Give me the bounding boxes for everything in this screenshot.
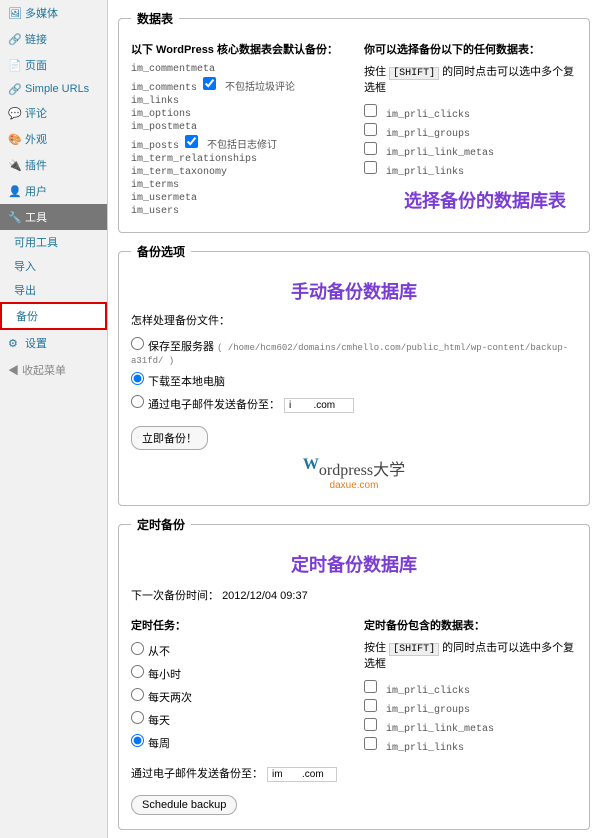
shift-hint: 按住 [SHIFT] 的同时点击可以选中多个复选框 bbox=[364, 63, 577, 95]
task-1[interactable]: 每小时 bbox=[131, 662, 344, 685]
user-icon: 👤 bbox=[8, 185, 20, 197]
sidebar-item-pages[interactable]: 📄页面 bbox=[0, 52, 107, 78]
include-im_prli_groups[interactable]: im_prli_groups bbox=[364, 698, 577, 717]
extra-table-im_prli_links[interactable]: im_prli_links bbox=[364, 160, 577, 179]
extra-table-im_prli_clicks[interactable]: im_prli_clicks bbox=[364, 103, 577, 122]
core-table-im_options: im_options bbox=[131, 108, 344, 121]
include-shift-hint: 按住 [SHIFT] 的同时点击可以选中多个复选框 bbox=[364, 639, 577, 671]
sub-backup[interactable]: 备份 bbox=[0, 302, 107, 330]
core-table-im_links: im_links bbox=[131, 95, 344, 108]
schedule-backup-button[interactable]: Schedule backup bbox=[131, 795, 237, 815]
core-tables-heading: 以下 WordPress 核心数据表会默认备份： bbox=[131, 41, 344, 57]
fieldset-data-tables: 数据表 以下 WordPress 核心数据表会默认备份： im_commentm… bbox=[118, 10, 590, 233]
sidebar-item-tools[interactable]: 🔧工具 bbox=[0, 204, 107, 230]
opt-download[interactable]: 下载至本地电脑 bbox=[131, 369, 577, 392]
checkbox-im_prli_groups[interactable] bbox=[364, 123, 377, 136]
fieldset-schedule: 定时备份 定时备份数据库 下一次备份时间： 2012/12/04 09:37 定… bbox=[118, 516, 590, 830]
checkbox-include-im_prli_link_metas[interactable] bbox=[364, 718, 377, 731]
email-input[interactable] bbox=[284, 398, 354, 413]
appearance-icon: 🎨 bbox=[8, 133, 20, 145]
annotation-select-tables: 选择备份的数据库表 bbox=[404, 187, 577, 213]
exclude-spam-checkbox[interactable] bbox=[203, 77, 216, 90]
sidebar-item-settings[interactable]: ⚙设置 bbox=[0, 330, 107, 356]
watermark-logo: Wordpress大学 bbox=[131, 456, 577, 480]
core-table-im_comments: im_comments 不包括垃圾评论 bbox=[131, 76, 344, 95]
radio-email[interactable] bbox=[131, 395, 144, 408]
page-icon: 📄 bbox=[8, 59, 20, 71]
extra-tables-heading: 你可以选择备份以下的任何数据表： bbox=[364, 41, 577, 57]
schedule-email-row: 通过电子邮件发送备份至： bbox=[131, 762, 344, 785]
checkbox-im_prli_links[interactable] bbox=[364, 161, 377, 174]
opt-email[interactable]: 通过电子邮件发送备份至： bbox=[131, 392, 577, 416]
core-table-im_term_taxonomy: im_term_taxonomy bbox=[131, 166, 344, 179]
comment-icon: 💬 bbox=[8, 107, 20, 119]
sidebar-item-appearance[interactable]: 🎨外观 bbox=[0, 126, 107, 152]
core-table-im_postmeta: im_postmeta bbox=[131, 121, 344, 134]
radio-download[interactable] bbox=[131, 372, 144, 385]
plugin-icon: 🔌 bbox=[8, 159, 20, 171]
checkbox-im_prli_clicks[interactable] bbox=[364, 104, 377, 117]
checkbox-include-im_prli_clicks[interactable] bbox=[364, 680, 377, 693]
fieldset-backup-options: 备份选项 手动备份数据库 怎样处理备份文件： 保存至服务器 ( /home/hc… bbox=[118, 243, 590, 506]
url-icon: 🔗 bbox=[8, 83, 20, 95]
schedule-email-input[interactable] bbox=[267, 767, 337, 782]
sidebar-item-users[interactable]: 👤用户 bbox=[0, 178, 107, 204]
backup-now-button[interactable]: 立即备份！ bbox=[131, 426, 208, 450]
legend-data-tables: 数据表 bbox=[131, 10, 179, 27]
exclude-revisions-checkbox[interactable] bbox=[185, 135, 198, 148]
include-heading: 定时备份包含的数据表： bbox=[364, 617, 577, 633]
task-2[interactable]: 每天两次 bbox=[131, 685, 344, 708]
extra-table-im_prli_groups[interactable]: im_prli_groups bbox=[364, 122, 577, 141]
main-content: 数据表 以下 WordPress 核心数据表会默认备份： im_commentm… bbox=[108, 0, 600, 838]
radio-task-4[interactable] bbox=[131, 734, 144, 747]
radio-task-0[interactable] bbox=[131, 642, 144, 655]
include-im_prli_clicks[interactable]: im_prli_clicks bbox=[364, 679, 577, 698]
core-table-im_posts: im_posts 不包括日志修订 bbox=[131, 134, 344, 153]
radio-task-1[interactable] bbox=[131, 665, 144, 678]
settings-icon: ⚙ bbox=[8, 337, 20, 349]
legend-schedule: 定时备份 bbox=[131, 516, 191, 533]
core-table-im_users: im_users bbox=[131, 205, 344, 218]
core-table-im_usermeta: im_usermeta bbox=[131, 192, 344, 205]
media-icon: 🖼 bbox=[8, 7, 20, 19]
core-table-im_term_relationships: im_term_relationships bbox=[131, 153, 344, 166]
how-label: 怎样处理备份文件： bbox=[131, 312, 577, 328]
include-im_prli_links[interactable]: im_prli_links bbox=[364, 736, 577, 755]
admin-sidebar: 🖼多媒体 🔗链接 📄页面 🔗Simple URLs 💬评论 🎨外观 🔌插件 👤用… bbox=[0, 0, 108, 838]
link-icon: 🔗 bbox=[8, 33, 20, 45]
task-heading: 定时任务： bbox=[131, 617, 344, 633]
task-0[interactable]: 从不 bbox=[131, 639, 344, 662]
annotation-schedule: 定时备份数据库 bbox=[131, 551, 577, 577]
core-table-im_terms: im_terms bbox=[131, 179, 344, 192]
checkbox-include-im_prli_links[interactable] bbox=[364, 737, 377, 750]
checkbox-im_prli_link_metas[interactable] bbox=[364, 142, 377, 155]
tools-icon: 🔧 bbox=[8, 211, 20, 223]
sidebar-item-plugins[interactable]: 🔌插件 bbox=[0, 152, 107, 178]
checkbox-include-im_prli_groups[interactable] bbox=[364, 699, 377, 712]
sub-available-tools[interactable]: 可用工具 bbox=[0, 230, 107, 254]
task-3[interactable]: 每天 bbox=[131, 708, 344, 731]
collapse-menu[interactable]: ◀ 收起菜单 bbox=[0, 356, 107, 384]
sub-export[interactable]: 导出 bbox=[0, 278, 107, 302]
radio-task-3[interactable] bbox=[131, 711, 144, 724]
legend-backup-options: 备份选项 bbox=[131, 243, 191, 260]
core-table-im_commentmeta: im_commentmeta bbox=[131, 63, 344, 76]
sidebar-item-media[interactable]: 🖼多媒体 bbox=[0, 0, 107, 26]
sub-import[interactable]: 导入 bbox=[0, 254, 107, 278]
sidebar-item-simple-urls[interactable]: 🔗Simple URLs bbox=[0, 78, 107, 100]
radio-save-server[interactable] bbox=[131, 337, 144, 350]
extra-table-im_prli_link_metas[interactable]: im_prli_link_metas bbox=[364, 141, 577, 160]
sidebar-item-links[interactable]: 🔗链接 bbox=[0, 26, 107, 52]
next-backup-time: 下一次备份时间： 2012/12/04 09:37 bbox=[131, 587, 577, 603]
radio-task-2[interactable] bbox=[131, 688, 144, 701]
annotation-manual-backup: 手动备份数据库 bbox=[131, 278, 577, 304]
task-4[interactable]: 每周 bbox=[131, 731, 344, 754]
sidebar-item-comments[interactable]: 💬评论 bbox=[0, 100, 107, 126]
include-im_prli_link_metas[interactable]: im_prli_link_metas bbox=[364, 717, 577, 736]
opt-save-server[interactable]: 保存至服务器 ( /home/hcm602/domains/cmhello.co… bbox=[131, 334, 577, 369]
